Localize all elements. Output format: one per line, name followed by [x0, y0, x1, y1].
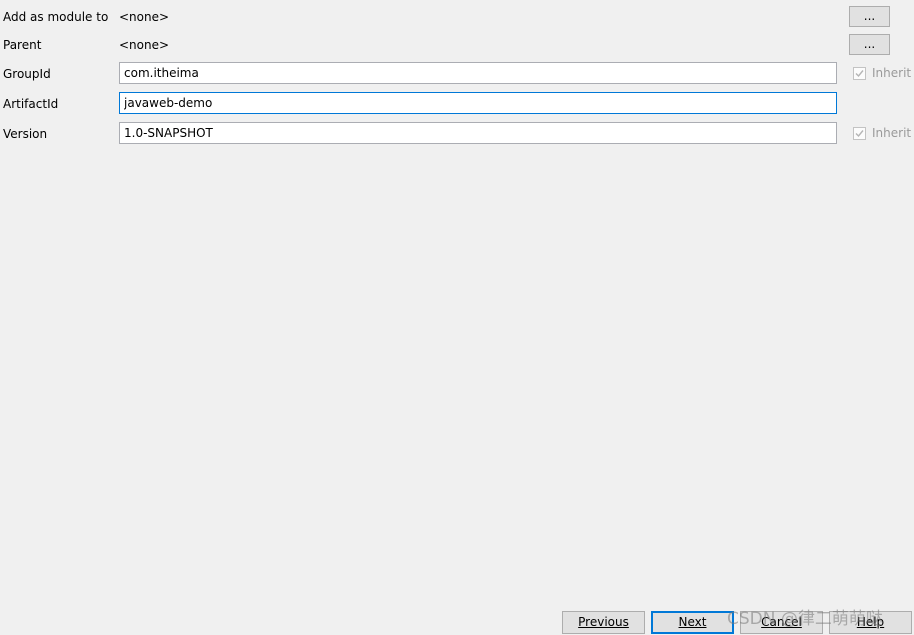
previous-button[interactable]: Previous	[562, 611, 645, 634]
version-label: Version	[3, 127, 48, 141]
group-id-label: GroupId	[3, 67, 51, 81]
version-inherit-checkbox[interactable]: Inherit	[853, 126, 911, 140]
cancel-button[interactable]: Cancel	[740, 611, 823, 634]
checkbox-icon	[853, 126, 866, 140]
artifact-id-field[interactable]	[119, 92, 837, 114]
group-id-inherit-label: Inherit	[872, 66, 912, 80]
parent-label: Parent	[3, 38, 42, 52]
help-button[interactable]: Help	[829, 611, 912, 634]
add-as-module-browse-button[interactable]: ...	[849, 6, 890, 27]
version-field[interactable]	[119, 122, 837, 144]
parent-browse-button[interactable]: ...	[849, 34, 890, 55]
checkbox-icon	[853, 66, 866, 80]
group-id-field[interactable]	[119, 62, 837, 84]
add-as-module-label: Add as module to	[3, 10, 109, 24]
parent-value: <none>	[119, 38, 170, 52]
next-button[interactable]: Next	[651, 611, 734, 634]
version-inherit-label: Inherit	[872, 126, 912, 140]
artifact-id-label: ArtifactId	[3, 97, 59, 111]
add-as-module-value: <none>	[119, 10, 170, 24]
group-id-inherit-checkbox[interactable]: Inherit	[853, 66, 911, 80]
